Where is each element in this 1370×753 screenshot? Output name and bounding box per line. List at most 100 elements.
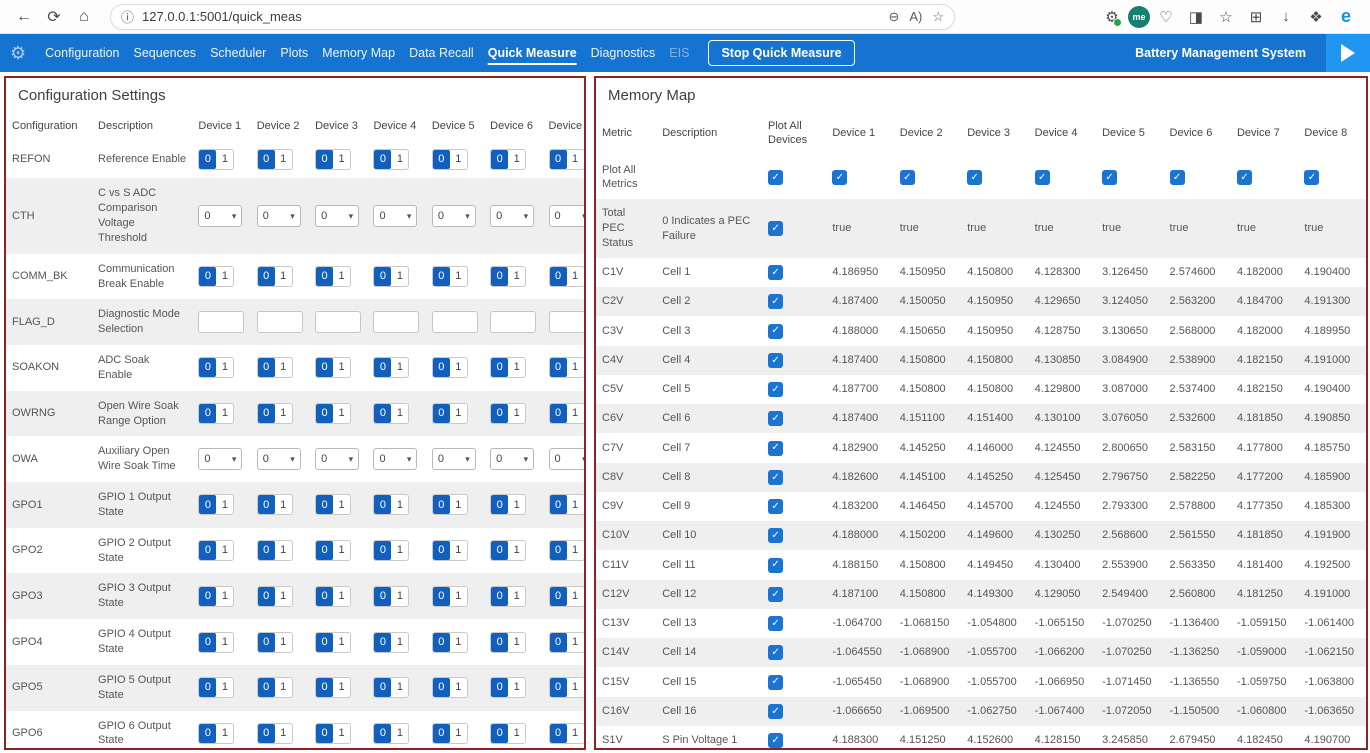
toggle-option-1[interactable]: 1 bbox=[216, 587, 233, 606]
toggle-option-1[interactable]: 1 bbox=[450, 150, 467, 169]
extensions-icon[interactable]: ❖ bbox=[1302, 3, 1330, 31]
toggle-option-1[interactable]: 1 bbox=[216, 358, 233, 377]
toggle-option-0[interactable]: 0 bbox=[258, 150, 275, 169]
binary-toggle[interactable]: 01 bbox=[549, 632, 585, 653]
toggle-option-0[interactable]: 0 bbox=[258, 633, 275, 652]
checkbox[interactable]: ✓ bbox=[768, 558, 783, 573]
toggle-option-1[interactable]: 1 bbox=[216, 150, 233, 169]
toggle-option-0[interactable]: 0 bbox=[199, 495, 216, 514]
binary-toggle[interactable]: 01 bbox=[315, 632, 351, 653]
value-select[interactable]: 0▾ bbox=[315, 448, 359, 470]
toggle-option-1[interactable]: 1 bbox=[391, 541, 408, 560]
toggle-option-0[interactable]: 0 bbox=[374, 150, 391, 169]
toggle-option-1[interactable]: 1 bbox=[450, 678, 467, 697]
toggle-option-1[interactable]: 1 bbox=[567, 724, 584, 743]
home-icon[interactable]: ⌂ bbox=[70, 3, 98, 31]
value-select[interactable]: 0▾ bbox=[549, 205, 586, 227]
binary-toggle[interactable]: 01 bbox=[315, 149, 351, 170]
nav-item-memory-map[interactable]: Memory Map bbox=[315, 42, 402, 64]
binary-toggle[interactable]: 01 bbox=[373, 586, 409, 607]
binary-toggle[interactable]: 01 bbox=[549, 494, 585, 515]
toggle-option-0[interactable]: 0 bbox=[491, 678, 508, 697]
toggle-option-1[interactable]: 1 bbox=[391, 678, 408, 697]
toggle-option-0[interactable]: 0 bbox=[316, 267, 333, 286]
checkbox[interactable]: ✓ bbox=[768, 170, 783, 185]
toggle-option-1[interactable]: 1 bbox=[333, 495, 350, 514]
binary-toggle[interactable]: 01 bbox=[432, 632, 468, 653]
value-select[interactable]: 0▾ bbox=[315, 205, 359, 227]
toggle-option-1[interactable]: 1 bbox=[216, 267, 233, 286]
toggle-option-0[interactable]: 0 bbox=[316, 587, 333, 606]
checkbox[interactable]: ✓ bbox=[1304, 170, 1319, 185]
toggle-option-0[interactable]: 0 bbox=[258, 267, 275, 286]
toggle-option-0[interactable]: 0 bbox=[199, 633, 216, 652]
checkbox[interactable]: ✓ bbox=[768, 587, 783, 602]
toggle-option-0[interactable]: 0 bbox=[374, 358, 391, 377]
toggle-option-0[interactable]: 0 bbox=[199, 358, 216, 377]
toggle-option-1[interactable]: 1 bbox=[391, 724, 408, 743]
binary-toggle[interactable]: 01 bbox=[373, 494, 409, 515]
toggle-option-1[interactable]: 1 bbox=[508, 404, 525, 423]
toggle-option-0[interactable]: 0 bbox=[316, 724, 333, 743]
binary-toggle[interactable]: 01 bbox=[549, 540, 585, 561]
browser-settings-icon[interactable]: ⚙ bbox=[1098, 3, 1126, 31]
value-select[interactable]: 0▾ bbox=[257, 448, 301, 470]
binary-toggle[interactable]: 01 bbox=[490, 266, 526, 287]
toggle-option-1[interactable]: 1 bbox=[567, 495, 584, 514]
toggle-option-1[interactable]: 1 bbox=[275, 587, 292, 606]
binary-toggle[interactable]: 01 bbox=[198, 357, 234, 378]
toggle-option-1[interactable]: 1 bbox=[567, 404, 584, 423]
toggle-option-0[interactable]: 0 bbox=[258, 495, 275, 514]
toggle-option-0[interactable]: 0 bbox=[258, 541, 275, 560]
toggle-option-1[interactable]: 1 bbox=[333, 587, 350, 606]
toggle-option-0[interactable]: 0 bbox=[491, 150, 508, 169]
binary-toggle[interactable]: 01 bbox=[490, 723, 526, 744]
checkbox[interactable]: ✓ bbox=[967, 170, 982, 185]
binary-toggle[interactable]: 01 bbox=[549, 677, 585, 698]
zoom-indicator-icon[interactable]: ⊖ bbox=[888, 9, 899, 25]
toggle-option-1[interactable]: 1 bbox=[391, 587, 408, 606]
toggle-option-0[interactable]: 0 bbox=[433, 358, 450, 377]
profile-avatar[interactable]: me bbox=[1128, 6, 1150, 28]
toggle-option-1[interactable]: 1 bbox=[508, 724, 525, 743]
toggle-option-0[interactable]: 0 bbox=[491, 267, 508, 286]
binary-toggle[interactable]: 01 bbox=[198, 149, 234, 170]
binary-toggle[interactable]: 01 bbox=[198, 586, 234, 607]
binary-toggle[interactable]: 01 bbox=[432, 723, 468, 744]
toggle-option-0[interactable]: 0 bbox=[374, 404, 391, 423]
checkbox[interactable]: ✓ bbox=[832, 170, 847, 185]
binary-toggle[interactable]: 01 bbox=[198, 632, 234, 653]
binary-toggle[interactable]: 01 bbox=[549, 357, 585, 378]
binary-toggle[interactable]: 01 bbox=[490, 540, 526, 561]
toggle-option-1[interactable]: 1 bbox=[333, 633, 350, 652]
binary-toggle[interactable]: 01 bbox=[490, 586, 526, 607]
binary-toggle[interactable]: 01 bbox=[198, 494, 234, 515]
binary-toggle[interactable]: 01 bbox=[373, 677, 409, 698]
downloads-icon[interactable]: ↓ bbox=[1272, 3, 1300, 31]
toggle-option-1[interactable]: 1 bbox=[275, 267, 292, 286]
binary-toggle[interactable]: 01 bbox=[549, 586, 585, 607]
toggle-option-1[interactable]: 1 bbox=[567, 150, 584, 169]
toggle-option-0[interactable]: 0 bbox=[316, 633, 333, 652]
binary-toggle[interactable]: 01 bbox=[373, 149, 409, 170]
binary-toggle[interactable]: 01 bbox=[198, 266, 234, 287]
toggle-option-0[interactable]: 0 bbox=[491, 358, 508, 377]
binary-toggle[interactable]: 01 bbox=[257, 357, 293, 378]
toggle-option-0[interactable]: 0 bbox=[433, 541, 450, 560]
checkbox[interactable]: ✓ bbox=[768, 441, 783, 456]
toggle-option-1[interactable]: 1 bbox=[216, 495, 233, 514]
toggle-option-0[interactable]: 0 bbox=[433, 678, 450, 697]
toggle-option-0[interactable]: 0 bbox=[374, 495, 391, 514]
toggle-option-1[interactable]: 1 bbox=[333, 358, 350, 377]
toggle-option-0[interactable]: 0 bbox=[316, 678, 333, 697]
binary-toggle[interactable]: 01 bbox=[373, 632, 409, 653]
toggle-option-0[interactable]: 0 bbox=[258, 404, 275, 423]
binary-toggle[interactable]: 01 bbox=[315, 677, 351, 698]
value-select[interactable]: 0▾ bbox=[257, 205, 301, 227]
toggle-option-0[interactable]: 0 bbox=[316, 150, 333, 169]
binary-toggle[interactable]: 01 bbox=[315, 494, 351, 515]
toggle-option-1[interactable]: 1 bbox=[567, 678, 584, 697]
checkbox[interactable]: ✓ bbox=[1035, 170, 1050, 185]
binary-toggle[interactable]: 01 bbox=[432, 494, 468, 515]
edge-copilot-icon[interactable]: e bbox=[1332, 3, 1360, 31]
